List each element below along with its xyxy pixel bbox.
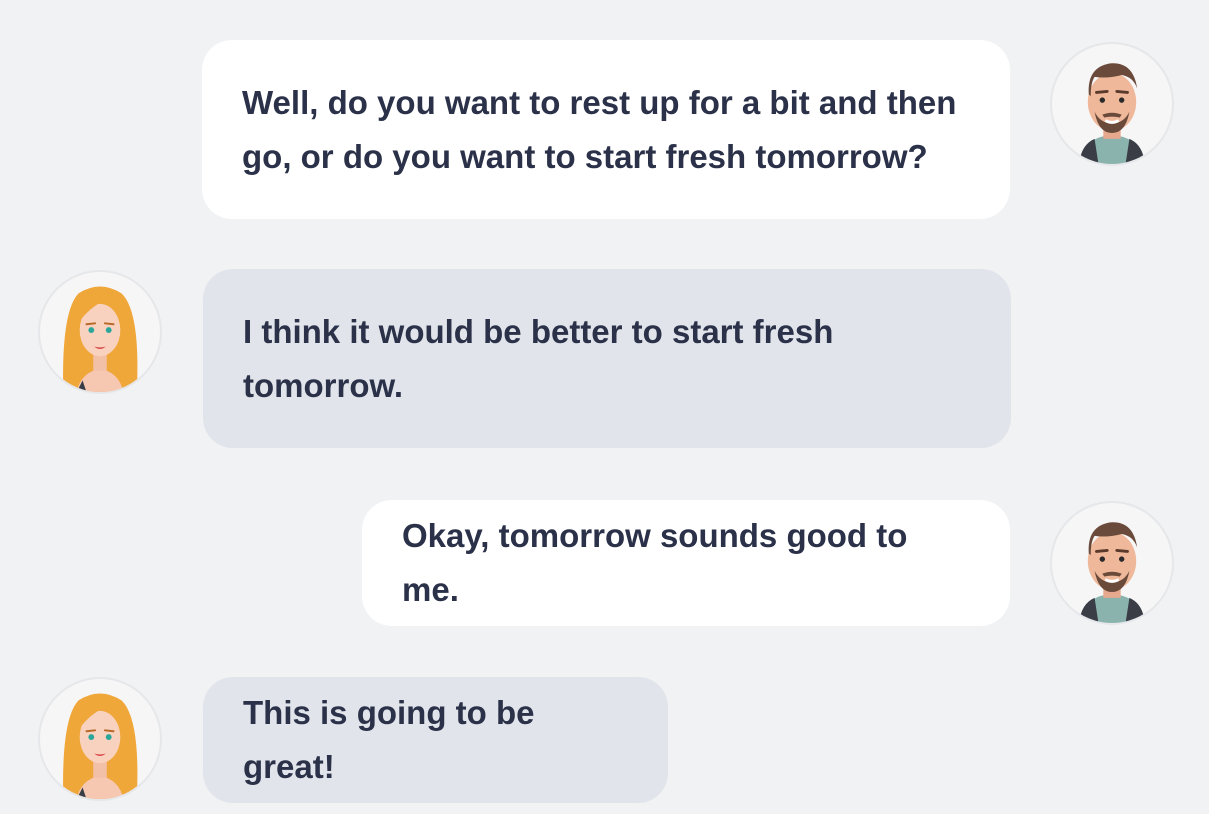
male-avatar-icon: [1050, 501, 1174, 625]
chat-thread: Well, do you want to rest up for a bit a…: [0, 0, 1209, 814]
message-bubble-incoming: This is going to be great!: [203, 677, 668, 803]
message-text: I think it would be better to start fres…: [243, 312, 834, 404]
female-avatar-icon: [38, 270, 162, 394]
message-bubble-incoming: I think it would be better to start fres…: [203, 269, 1011, 448]
message-text: This is going to be great!: [243, 694, 535, 785]
message-text: Well, do you want to rest up for a bit a…: [242, 83, 957, 175]
message-bubble-outgoing: Well, do you want to rest up for a bit a…: [202, 40, 1010, 219]
female-avatar-icon: [38, 677, 162, 801]
message-text: Okay, tomorrow sounds good to me.: [402, 517, 908, 608]
male-avatar-icon: [1050, 42, 1174, 166]
message-bubble-outgoing: Okay, tomorrow sounds good to me.: [362, 500, 1010, 626]
